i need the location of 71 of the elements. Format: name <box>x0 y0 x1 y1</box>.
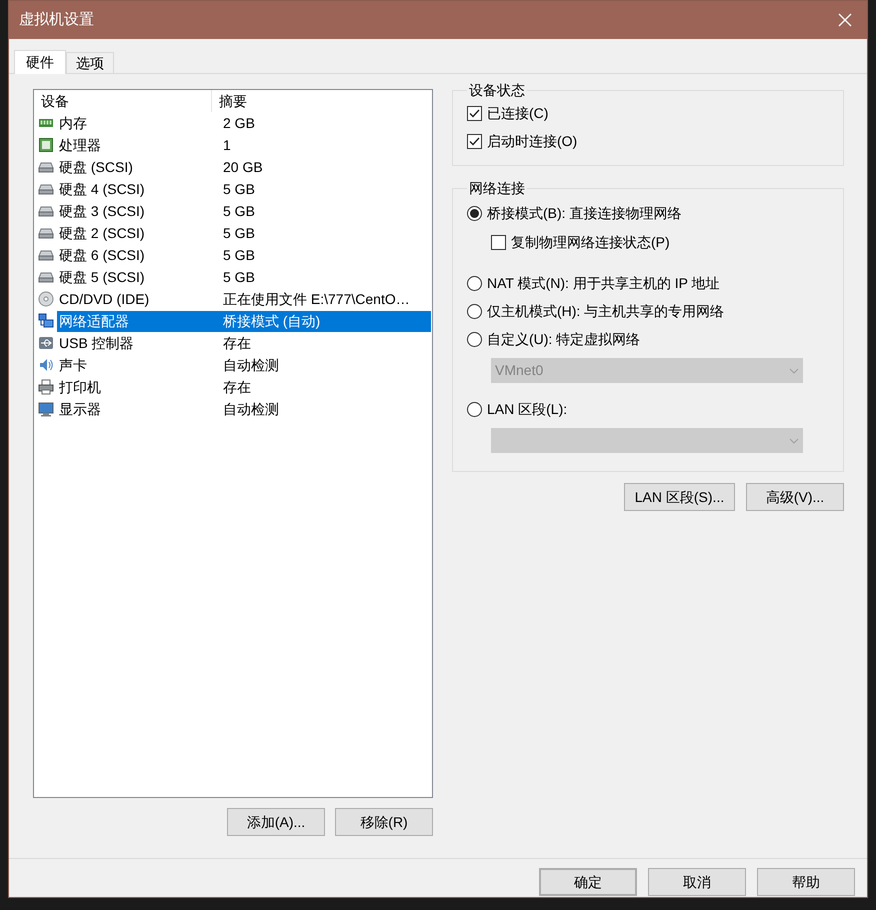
table-cell-text: 正在使用文件 E:\777\CentO… <box>222 290 411 308</box>
button[interactable]: 帮助 <box>757 868 855 896</box>
button[interactable]: 移除(R) <box>335 808 433 836</box>
usb-icon <box>38 335 54 351</box>
checkbox-label[interactable]: 启动时连接(O) <box>487 130 578 152</box>
device-list-item[interactable]: 硬盘 6 (SCSI) <box>57 244 216 266</box>
radio-button[interactable] <box>467 276 482 290</box>
radio-button[interactable] <box>467 304 482 318</box>
device-list-item[interactable]: USB 控制器 <box>57 332 216 354</box>
table-cell-text: 5 GB <box>222 202 256 220</box>
chevron-down-icon <box>789 368 799 374</box>
button[interactable]: 取消 <box>648 868 746 896</box>
radio-button[interactable] <box>467 402 482 416</box>
radio-label[interactable]: LAN 区段(L): <box>487 398 568 420</box>
table-cell-text: 自动检测 <box>222 400 280 418</box>
table-cell-text: 存在 <box>222 378 252 396</box>
checkbox-label[interactable]: 已连接(C) <box>487 102 548 124</box>
radio-label[interactable]: 自定义(U): 特定虚拟网络 <box>487 328 640 350</box>
table-cell-text: 5 GB <box>222 268 256 286</box>
monitor-icon <box>38 401 54 417</box>
table-cell-text: 1 <box>222 136 232 154</box>
device-list-item[interactable]: 显示器 <box>57 398 216 420</box>
close-icon <box>838 13 852 27</box>
group-title: 设备状态 <box>468 81 526 100</box>
checkmark-icon <box>469 136 480 146</box>
dropdown-value: VMnet0 <box>495 361 544 380</box>
device-list-item[interactable]: 硬盘 5 (SCSI) <box>57 266 216 288</box>
device-list-item[interactable]: 硬盘 4 (SCSI) <box>57 178 216 200</box>
checkbox[interactable] <box>491 234 506 250</box>
table-cell-text: 5 GB <box>222 246 256 264</box>
checkmark-icon <box>469 108 480 118</box>
checkbox-label[interactable]: 复制物理网络连接状态(P) <box>511 232 670 252</box>
chip-icon <box>38 137 54 153</box>
radio-label[interactable]: 仅主机模式(H): 与主机共享的专用网络 <box>487 300 724 322</box>
table-cell-text: 2 GB <box>222 114 256 132</box>
table-cell-text: 20 GB <box>222 158 264 176</box>
radio-button[interactable] <box>467 332 482 346</box>
device-list-item[interactable]: 硬盘 2 (SCSI) <box>57 222 216 244</box>
device-list-item[interactable]: 硬盘 (SCSI) <box>57 156 216 178</box>
tab[interactable]: 硬件 <box>14 50 66 74</box>
button[interactable]: 添加(A)... <box>227 808 325 836</box>
button[interactable]: LAN 区段(S)... <box>624 483 735 511</box>
device-list-item[interactable]: 打印机 <box>57 376 216 398</box>
printer-icon <box>38 379 54 395</box>
chevron-down-icon <box>789 438 799 444</box>
device-list-item[interactable]: 声卡 <box>57 354 216 376</box>
radio-button[interactable] <box>467 206 482 220</box>
table-cell-text: 5 GB <box>222 224 256 242</box>
device-list-item[interactable]: 处理器 <box>57 134 216 156</box>
device-list-item[interactable]: 网络适配器 <box>57 310 216 332</box>
radio-label[interactable]: 桥接模式(B): 直接连接物理网络 <box>487 202 682 224</box>
network-adapter-icon <box>38 313 54 329</box>
device-list-item[interactable]: 内存 <box>57 112 216 134</box>
device-list-item[interactable]: 硬盘 3 (SCSI) <box>57 200 216 222</box>
table-cell-text: 自动检测 <box>222 356 280 374</box>
column-header[interactable]: 摘要 <box>212 90 432 112</box>
speaker-icon <box>38 357 54 373</box>
disc-icon <box>38 291 54 307</box>
button[interactable]: 高级(V)... <box>746 483 844 511</box>
device-list-item[interactable]: CD/DVD (IDE) <box>57 288 216 310</box>
checkbox[interactable] <box>467 106 482 120</box>
table-cell-text: 存在 <box>222 334 252 352</box>
window-title: 虚拟机设置 <box>19 10 94 30</box>
column-header[interactable]: 设备 <box>34 90 212 112</box>
table-cell: 桥接模式 (自动) <box>216 310 431 332</box>
checkbox[interactable] <box>467 134 482 148</box>
radio-label[interactable]: NAT 模式(N): 用于共享主机的 IP 地址 <box>487 272 720 294</box>
tab[interactable]: 选项 <box>66 52 114 73</box>
button[interactable]: 确定 <box>539 868 637 896</box>
group-title: 网络连接 <box>468 179 526 198</box>
table-cell-text: 5 GB <box>222 180 256 198</box>
